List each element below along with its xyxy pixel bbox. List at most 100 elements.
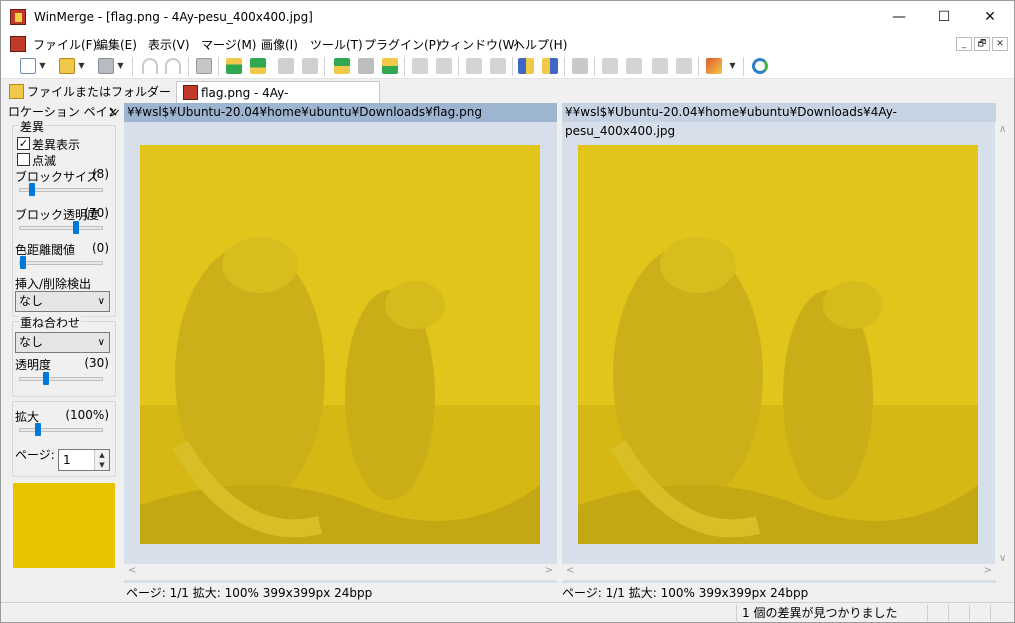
scroll-up-icon[interactable]: ∧ <box>999 124 1006 135</box>
first-diff-icon[interactable] <box>334 58 350 74</box>
scroll-left-icon[interactable]: < <box>128 565 136 576</box>
copy-all-left-icon[interactable] <box>542 58 558 74</box>
location-pane-title: ロケーション ペイン <box>8 105 120 119</box>
menu-view[interactable]: 表示(V) <box>148 36 190 53</box>
block-size-slider-thumb[interactable] <box>29 183 35 196</box>
scroll-left-icon[interactable]: < <box>566 565 574 576</box>
page-label: ページ: <box>15 448 55 462</box>
copy-right-advance-icon[interactable] <box>466 58 482 74</box>
location-pane-close-icon[interactable]: × <box>108 103 118 121</box>
scroll-right-icon[interactable]: > <box>984 565 992 576</box>
block-size-slider[interactable] <box>19 183 103 196</box>
menu-window[interactable]: ウィンドウ(W) <box>438 36 519 53</box>
winmerge-app-icon[interactable] <box>10 9 26 25</box>
menu-plugins[interactable]: プラグイン(P) <box>364 36 441 53</box>
menu-help[interactable]: ヘルプ(H) <box>513 36 567 53</box>
minimize-button[interactable]: — <box>876 1 922 34</box>
options-dropdown-icon[interactable]: ▼ <box>728 58 737 74</box>
chevron-down-icon: ∨ <box>97 296 105 307</box>
document-system-icon[interactable] <box>10 36 26 52</box>
first-page-icon[interactable] <box>602 58 618 74</box>
toolbar-separator <box>564 57 565 76</box>
toolbar: ▼ ▼ ▼ ▼ <box>1 54 1014 79</box>
insert-delete-select[interactable]: なし ∨ <box>15 291 110 312</box>
menu-bar: ファイル(F) 編集(E) 表示(V) マージ(M) 画像(I) ツール(T) … <box>1 34 1014 54</box>
block-alpha-slider[interactable] <box>19 221 103 234</box>
menu-merge[interactable]: マージ(M) <box>201 36 256 53</box>
tab-select-files[interactable]: ファイルまたはフォルダーの選択 <box>3 81 173 121</box>
zoom-group: 拡大 (100%) ページ: 1 ▲ ▼ <box>12 401 116 477</box>
left-image-pane[interactable]: ¥¥wsl$¥Ubuntu-20.04¥home¥ubuntu¥Download… <box>124 103 557 583</box>
next-diff-icon[interactable] <box>226 58 242 74</box>
copy-all-right-icon[interactable] <box>518 58 534 74</box>
next-page-icon[interactable] <box>652 58 668 74</box>
save-icon[interactable] <box>98 58 114 74</box>
toolbar-separator <box>188 57 189 76</box>
scroll-down-icon[interactable]: ∨ <box>999 553 1006 564</box>
menu-file[interactable]: ファイル(F) <box>33 36 97 53</box>
right-pane-path: ¥¥wsl$¥Ubuntu-20.04¥home¥ubuntu¥Download… <box>562 103 996 138</box>
overlay-select[interactable]: なし ∨ <box>15 332 110 353</box>
menu-tools[interactable]: ツール(T) <box>310 36 363 53</box>
mdi-close-button[interactable]: ✕ <box>992 37 1008 51</box>
open-dropdown-icon[interactable]: ▼ <box>77 58 86 74</box>
right-image[interactable] <box>578 145 978 544</box>
last-line-diff-icon[interactable] <box>302 58 318 74</box>
prev-page-icon[interactable] <box>626 58 642 74</box>
print-icon[interactable] <box>196 58 212 74</box>
zoom-slider-thumb[interactable] <box>35 423 41 436</box>
refresh-icon[interactable] <box>752 58 768 74</box>
last-diff-icon[interactable] <box>382 58 398 74</box>
block-alpha-slider-thumb[interactable] <box>73 221 79 234</box>
redo-icon[interactable] <box>165 58 181 74</box>
close-button[interactable]: ✕ <box>967 1 1013 34</box>
toolbar-separator <box>594 57 595 76</box>
page-spinner[interactable]: 1 ▲ ▼ <box>58 449 110 471</box>
options-icon[interactable] <box>706 58 722 74</box>
current-diff-icon[interactable] <box>358 58 374 74</box>
block-size-label: ブロックサイズ <box>15 170 99 184</box>
toolbar-separator <box>404 57 405 76</box>
mdi-minimize-button[interactable]: _ <box>956 37 972 51</box>
overlay-alpha-label: 透明度 <box>15 358 52 372</box>
scroll-right-icon[interactable]: > <box>545 565 553 576</box>
save-dropdown-icon[interactable]: ▼ <box>116 58 125 74</box>
left-horizontal-scrollbar[interactable]: < > <box>124 564 557 580</box>
color-distance-slider[interactable] <box>19 256 103 269</box>
menu-edit[interactable]: 編集(E) <box>96 36 137 53</box>
diff-block-preview[interactable] <box>13 483 115 568</box>
new-dropdown-icon[interactable]: ▼ <box>38 58 47 74</box>
right-horizontal-scrollbar[interactable]: < > <box>562 564 996 580</box>
blink-checkbox[interactable] <box>17 153 30 166</box>
right-image-pane[interactable]: ¥¥wsl$¥Ubuntu-20.04¥home¥ubuntu¥Download… <box>562 103 996 583</box>
zoom-slider[interactable] <box>19 423 103 436</box>
open-icon[interactable] <box>59 58 75 74</box>
new-icon[interactable] <box>20 58 36 74</box>
mdi-restore-button[interactable]: 🗗 <box>974 37 990 51</box>
copy-left-icon[interactable] <box>436 58 452 74</box>
insert-delete-label: 挿入/削除検出 <box>15 277 92 291</box>
overlay-alpha-slider[interactable] <box>19 372 103 385</box>
overlay-alpha-slider-thumb[interactable] <box>43 372 49 385</box>
show-diff-checkbox[interactable]: ✓ <box>17 137 30 150</box>
last-page-icon[interactable] <box>676 58 692 74</box>
undo-icon[interactable] <box>142 58 158 74</box>
maximize-button[interactable]: ☐ <box>921 1 967 34</box>
menu-image[interactable]: 画像(I) <box>261 36 298 53</box>
color-distance-slider-thumb[interactable] <box>20 256 26 269</box>
toolbar-separator <box>458 57 459 76</box>
status-cell <box>927 605 947 621</box>
spinner-buttons[interactable]: ▲ ▼ <box>94 450 109 470</box>
tab-image-compare[interactable]: flag.png - 4Ay-pesu_400x400.jpg <box>176 81 380 122</box>
overlay-group: 重ね合わせ なし ∨ 透明度 (30) <box>12 314 116 397</box>
first-line-diff-icon[interactable] <box>278 58 294 74</box>
left-image[interactable] <box>140 145 540 544</box>
folder-icon <box>9 84 24 99</box>
swap-panes-icon[interactable] <box>572 58 588 74</box>
vertical-scrollbar[interactable]: ∧ ∨ <box>995 122 1012 566</box>
resize-grip[interactable] <box>990 605 1012 621</box>
copy-right-icon[interactable] <box>412 58 428 74</box>
status-cell <box>969 605 989 621</box>
copy-left-advance-icon[interactable] <box>490 58 506 74</box>
prev-diff-icon[interactable] <box>250 58 266 74</box>
